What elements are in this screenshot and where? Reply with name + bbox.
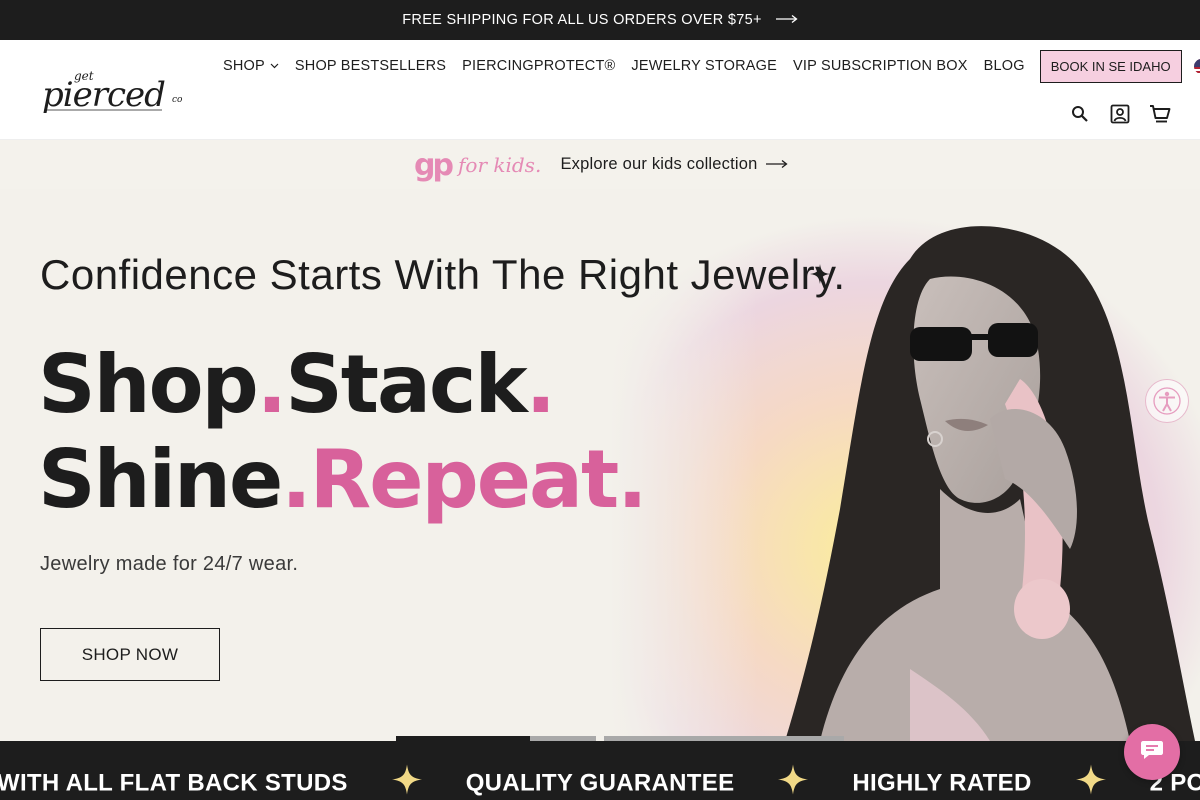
hero-tagline: Confidence Starts With The Right Jewelry… [40,251,846,298]
us-flag-icon [1193,58,1200,74]
marquee-track: WITH ALL FLAT BACK STUDS QUALITY GUARANT… [0,764,1200,800]
headline-line-2: Shine.Repeat. [38,432,648,527]
cart-icon[interactable] [1148,102,1172,126]
hero-subline: Jewelry made for 24/7 wear. [40,553,299,575]
hero-banner: Confidence Starts With The Right Jewelry… [0,189,1200,741]
brand-logo[interactable]: get pierced co [40,64,190,116]
country-selector[interactable]: US [1193,58,1200,74]
search-icon[interactable] [1068,102,1092,126]
book-appointment-button[interactable]: BOOK IN SE IDAHO [1039,49,1182,83]
star-icon [778,764,809,800]
star-icon [391,764,422,800]
nav-vip-subscription-box-label: VIP SUBSCRIPTION BOX [793,58,968,74]
hero-headline: Shop.Stack. Shine.Repeat. [38,337,648,527]
svg-text:for kids.: for kids. [456,153,541,177]
nav-shop[interactable]: SHOP [215,58,287,74]
arrow-right-icon [765,156,788,174]
nav-piercingprotect-label: PIERCINGPROTECT® [462,58,616,74]
account-icon[interactable] [1108,102,1132,126]
shop-now-button[interactable]: SHOP NOW [40,628,220,681]
kids-link-text: Explore our kids collection [560,155,758,173]
announcement-text: FREE SHIPPING FOR ALL US ORDERS OVER $75… [402,12,762,28]
svg-text:co: co [172,95,183,105]
nav-jewelry-storage-label: JEWELRY STORAGE [631,58,778,74]
nav-shop-label: SHOP [223,58,265,74]
site-header: get pierced co SHOP SHOP BESTSELLERS PIE… [0,40,1200,140]
headline-shop: Shop [38,338,259,431]
nav-shop-bestsellers-label: SHOP BESTSELLERS [294,58,447,74]
headline-shine: Shine [38,433,283,526]
header-actions [1068,102,1172,126]
chat-icon [1140,739,1164,766]
nav-blog-label: BLOG [983,58,1025,74]
headline-stack: Stack [285,338,527,431]
announcement-bar[interactable]: FREE SHIPPING FOR ALL US ORDERS OVER $75… [0,0,1200,40]
nav-jewelry-storage[interactable]: JEWELRY STORAGE [623,58,785,74]
headline-dot: . [256,338,287,431]
chat-widget-button[interactable] [1124,724,1180,780]
marquee-item: WITH ALL FLAT BACK STUDS [0,769,348,796]
svg-text:gp: gp [414,148,453,183]
arrow-right-icon [775,12,798,28]
svg-text:pierced: pierced [42,75,165,115]
nav-piercingprotect[interactable]: PIERCINGPROTECT® [454,58,623,74]
headline-dot: . [525,338,556,431]
marquee-item: QUALITY GUARANTEE [465,769,735,796]
headline-line-1: Shop.Stack. [38,337,646,432]
marquee-item: HIGHLY RATED [852,769,1032,796]
chevron-down-icon [270,61,279,72]
nav-vip-subscription-box[interactable]: VIP SUBSCRIPTION BOX [785,58,976,74]
accessibility-icon[interactable] [1145,379,1189,423]
benefits-marquee: WITH ALL FLAT BACK STUDS QUALITY GUARANT… [0,741,1200,800]
kids-promo-bar[interactable]: gp for kids. Explore our kids collection [0,140,1200,189]
headline-repeat: .Repeat. [281,433,647,526]
kids-logo: gp for kids. [412,147,552,183]
sparkle-icon [810,263,830,291]
nav-shop-bestsellers[interactable]: SHOP BESTSELLERS [287,58,454,74]
nav-blog[interactable]: BLOG [976,58,1033,74]
star-icon [1075,764,1106,800]
main-nav: SHOP SHOP BESTSELLERS PIERCINGPROTECT® J… [215,49,1200,83]
